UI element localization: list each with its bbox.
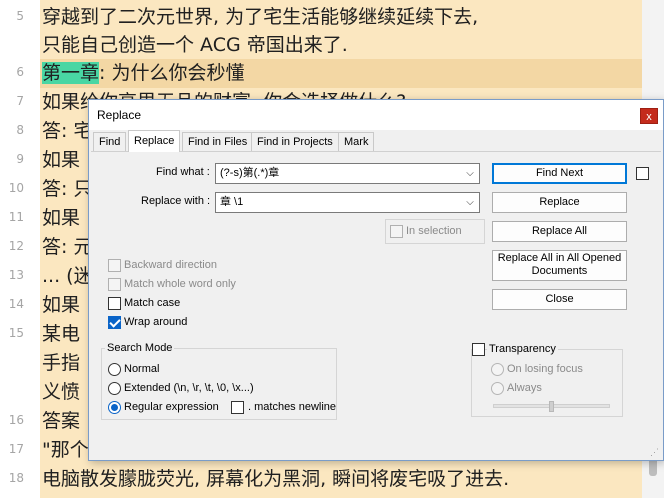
line-text: 电脑散发朦胧荧光, 屏幕化为黑洞, 瞬间将废宅吸了进去. [42, 468, 510, 490]
on-losing-focus-radio[interactable] [491, 363, 504, 376]
line-number: 12 [8, 239, 24, 253]
wrap-around-checkbox[interactable] [108, 316, 121, 329]
regex-radio[interactable] [108, 401, 121, 414]
line-number: 6 [16, 65, 24, 79]
line-text: 答: 只 [42, 178, 93, 200]
line-text: 如果 [42, 294, 81, 316]
line-number: 13 [8, 268, 24, 282]
matches-newline-label: . matches newline [248, 401, 337, 413]
transparency-title: Transparency [487, 343, 558, 355]
close-icon[interactable]: x [640, 108, 658, 124]
chevron-down-icon[interactable]: ⌵ [463, 193, 477, 212]
replace-with-value: 章 \1 [220, 196, 244, 208]
line-number: 15 [8, 326, 24, 340]
line-text: 答: 元 [42, 236, 93, 258]
replace-with-label: Replace with : [141, 195, 211, 207]
line-text: 只能自己创造一个 ACG 帝国出来了. [42, 34, 348, 56]
transparency-checkbox[interactable] [472, 343, 485, 356]
line-text: 某电 [42, 323, 81, 345]
always-label: Always [507, 382, 542, 394]
wrap-around-label: Wrap around [124, 316, 188, 328]
backward-direction-label: Backward direction [124, 259, 217, 271]
line-text: 手指 [42, 352, 81, 374]
find-what-value: (?-s)第(.*)章 [220, 167, 280, 179]
line-number: 8 [16, 123, 24, 137]
line-number: 9 [16, 152, 24, 166]
line-text-rest: : 为什么你会秒懂 [99, 62, 245, 84]
line-number: 17 [8, 442, 24, 456]
search-match-highlight: 第一章 [42, 62, 100, 84]
in-selection-label: In selection [406, 225, 462, 237]
backward-direction-checkbox[interactable] [108, 259, 121, 272]
editor-line[interactable]: 6 第一章: 为什么你会秒懂 [0, 59, 664, 88]
tab-mark[interactable]: Mark [338, 132, 375, 151]
normal-label: Normal [124, 363, 160, 375]
in-selection-checkbox[interactable] [390, 225, 403, 238]
tab-find[interactable]: Find [93, 132, 127, 151]
line-text: 如果 [42, 149, 81, 171]
replace-all-opened-line2: Documents [531, 265, 588, 277]
search-mode-title: Search Mode [105, 342, 175, 354]
transparency-slider-thumb[interactable] [548, 401, 554, 412]
regex-label: Regular expression [124, 401, 219, 413]
line-text: 如果 [42, 207, 81, 229]
find-next-button[interactable]: Find Next [492, 163, 627, 184]
dialog-title: Replace [97, 108, 142, 122]
matches-newline-checkbox[interactable] [231, 401, 244, 414]
match-case-checkbox[interactable] [108, 297, 121, 310]
resize-grip-icon[interactable]: ⋰ [650, 447, 659, 458]
dialog-titlebar[interactable]: Replace x [89, 100, 663, 130]
close-button[interactable]: Close [492, 289, 627, 310]
editor-line[interactable]: 只能自己创造一个 ACG 帝国出来了. [0, 31, 664, 60]
line-number: 10 [8, 181, 24, 195]
extended-label: Extended (\n, \r, \t, \0, \x...) [124, 382, 254, 394]
always-radio[interactable] [491, 382, 504, 395]
line-number: 11 [8, 210, 24, 224]
line-text: 答案 [42, 410, 81, 432]
match-whole-word-checkbox[interactable] [108, 278, 121, 291]
line-text: 答: 宅 [42, 120, 93, 142]
line-number: 14 [8, 297, 24, 311]
replace-panel: Find what : (?-s)第(.*)章 ⌵ Replace with :… [91, 151, 661, 460]
chevron-down-icon[interactable]: ⌵ [463, 164, 477, 183]
find-what-label: Find what : [156, 166, 210, 178]
tab-replace[interactable]: Replace [128, 130, 181, 152]
replace-all-button[interactable]: Replace All [492, 221, 627, 242]
line-number: 16 [8, 413, 24, 427]
match-whole-word-label: Match whole word only [124, 278, 236, 290]
on-losing-focus-label: On losing focus [507, 363, 583, 375]
find-what-input[interactable]: (?-s)第(.*)章 ⌵ [215, 163, 480, 184]
line-text: 第一章: 为什么你会秒懂 [42, 61, 244, 86]
replace-with-input[interactable]: 章 \1 ⌵ [215, 192, 480, 213]
replace-all-opened-button[interactable]: Replace All in All Opened Documents [492, 250, 627, 281]
line-number: 5 [16, 9, 24, 23]
match-case-label: Match case [124, 297, 181, 309]
line-number: 18 [8, 471, 24, 485]
normal-radio[interactable] [108, 363, 121, 376]
replace-button[interactable]: Replace [492, 192, 627, 213]
line-number: 7 [16, 94, 24, 108]
tab-find-in-files[interactable]: Find in Files [182, 132, 254, 151]
line-text: 穿越到了二次元世界, 为了宅生活能够继续延续下去, [42, 6, 479, 28]
replace-dialog: Replace x Find Replace Find in Files Fin… [88, 99, 664, 461]
editor-line[interactable]: 5 穿越到了二次元世界, 为了宅生活能够继续延续下去, [0, 3, 664, 32]
editor-line[interactable]: 18 电脑散发朦胧荧光, 屏幕化为黑洞, 瞬间将废宅吸了进去. [0, 465, 664, 494]
tab-find-in-projects[interactable]: Find in Projects [251, 132, 339, 151]
find-next-option-checkbox[interactable] [636, 167, 649, 180]
line-text: 义愤 [42, 381, 81, 403]
replace-all-opened-line1: Replace All in All Opened [497, 252, 622, 264]
line-text: ... (迷 [42, 265, 93, 287]
extended-radio[interactable] [108, 382, 121, 395]
